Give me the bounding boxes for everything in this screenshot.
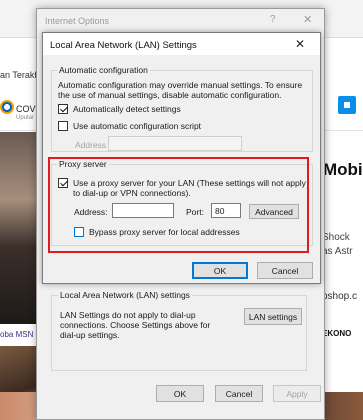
dialog-title: Local Area Network (LAN) Settings (50, 40, 197, 51)
apply-button[interactable]: Apply (273, 385, 321, 402)
cancel-button[interactable]: Cancel (215, 385, 263, 402)
close-icon[interactable]: ✕ (303, 13, 312, 26)
auto-config-description: Automatic configuration may override man… (58, 80, 303, 100)
background-link: pshop.c (322, 291, 358, 302)
auto-config-script-label[interactable]: Use automatic configuration script (73, 121, 201, 131)
close-icon[interactable]: ✕ (295, 37, 305, 51)
background-article-text: Shock (322, 232, 350, 243)
background-article-title: Mobi (323, 160, 363, 179)
lan-settings-group: Local Area Network (LAN) settings LAN Se… (51, 290, 307, 371)
window-title: Internet Options (45, 16, 110, 26)
dialog-titlebar: Local Area Network (LAN) Settings ✕ (43, 33, 320, 55)
brand-logo-icon (0, 100, 14, 114)
group-title: Local Area Network (LAN) settings (58, 290, 192, 300)
cancel-button[interactable]: Cancel (257, 262, 313, 279)
background-link: oba MSN (0, 330, 34, 339)
auto-detect-label[interactable]: Automatically detect settings (73, 104, 181, 114)
lan-settings-description: LAN Settings do not apply to dial-up con… (60, 310, 211, 340)
background-article-text: as Astr (322, 246, 353, 257)
app-logo-icon (338, 96, 356, 114)
background-label: EKONO (322, 329, 352, 338)
auto-detect-checkbox[interactable] (58, 104, 68, 114)
group-title: Automatic configuration (57, 65, 150, 75)
background-brand: COV (16, 104, 36, 114)
script-address-input[interactable] (108, 136, 242, 151)
background-photo (0, 132, 38, 324)
background-brand-sub: Uputar (16, 115, 35, 121)
auto-config-script-checkbox[interactable] (58, 121, 68, 131)
highlight-box (48, 157, 309, 253)
help-icon[interactable]: ? (270, 14, 276, 25)
script-address-label: Address (75, 140, 107, 150)
ok-button[interactable]: OK (192, 262, 248, 279)
background-headline: an Terakh (0, 70, 40, 80)
ok-button[interactable]: OK (156, 385, 204, 402)
automatic-configuration-group: Automatic configuration Automatic config… (51, 65, 313, 152)
lan-settings-button[interactable]: LAN settings (244, 308, 302, 325)
